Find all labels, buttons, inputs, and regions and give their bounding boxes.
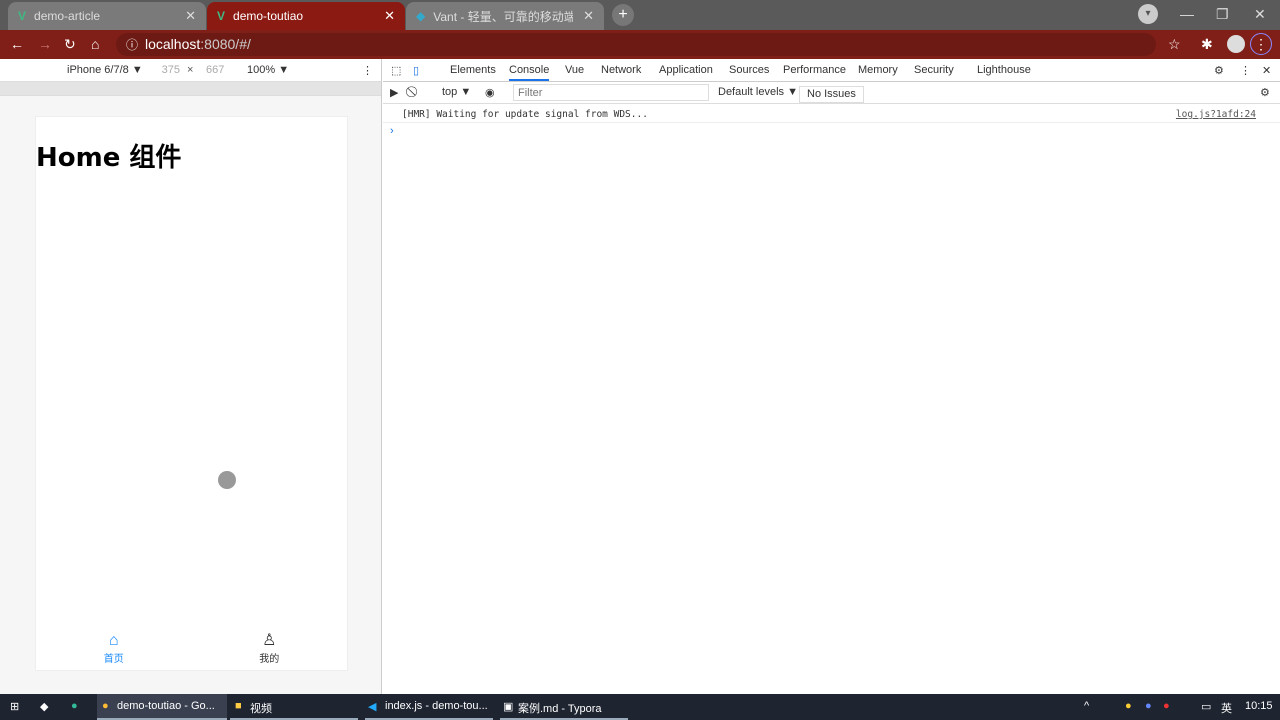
media-query-ruler xyxy=(0,82,381,96)
touch-cursor xyxy=(218,471,236,489)
tab-demo-toutiao[interactable]: Vdemo-toutiao ✕ xyxy=(207,2,405,30)
context-select[interactable]: top ▼ xyxy=(442,86,471,98)
devtools-panel: ⬚ ▯ Elements Console Vue Network Applica… xyxy=(383,59,1280,694)
home-icon: ⌂ xyxy=(108,632,119,649)
bookmark-star-icon[interactable]: ☆ xyxy=(1168,36,1181,53)
url-host: localhost xyxy=(145,36,201,52)
zoom-select[interactable]: 100% ▼ xyxy=(247,64,289,76)
tab-label: 我的 xyxy=(259,654,280,665)
taskbar-chrome[interactable]: ● demo-toutiao - Go... xyxy=(97,694,227,720)
forward-icon[interactable]: → xyxy=(38,36,52,52)
tab-title: demo-article xyxy=(34,9,101,23)
info-icon: ⓘ xyxy=(126,38,139,52)
sidebar-toggle-icon[interactable]: ▶ xyxy=(390,86,398,99)
inspect-element-icon[interactable]: ⬚ xyxy=(391,64,401,77)
url-path: :8080/#/ xyxy=(200,36,251,52)
app-icon[interactable]: ◆ xyxy=(40,700,48,713)
close-tab-icon[interactable]: ✕ xyxy=(185,8,196,24)
close-devtools-icon[interactable]: ✕ xyxy=(1262,64,1271,77)
tab-console[interactable]: Console xyxy=(509,64,550,81)
taskbar-folder[interactable]: ■ 视频 xyxy=(230,694,358,720)
tab-security[interactable]: Security xyxy=(914,64,954,76)
back-icon[interactable]: ← xyxy=(10,36,24,52)
tab-vant[interactable]: ◆ Vant - 轻量、可靠的移动端组件 ✕ xyxy=(406,2,604,30)
user-icon: ♙ xyxy=(262,632,277,649)
devtools-tabs: ⬚ ▯ Elements Console Vue Network Applica… xyxy=(383,59,1280,82)
taskbar-typora[interactable]: ▣ 案例.md - Typora xyxy=(500,694,628,720)
tab-label: 首页 xyxy=(103,654,124,665)
taskbar-label: 案例.md - Typora xyxy=(518,703,602,715)
log-text: [HMR] Waiting for update signal from WDS… xyxy=(402,109,648,120)
browser-tab-strip: Vdemo-article ✕ Vdemo-toutiao ✕ ◆ Vant - 轻量… xyxy=(0,0,1280,30)
reload-icon[interactable]: ↻ xyxy=(64,36,76,53)
device-toggle-icon[interactable]: ▯ xyxy=(413,64,419,77)
page-heading: Home 组件 xyxy=(36,143,182,173)
phone-viewport: Home 组件 ⌂ 首页 ♙ 我的 xyxy=(35,116,348,671)
tab-performance[interactable]: Performance xyxy=(783,64,846,76)
close-tab-icon[interactable]: ✕ xyxy=(384,8,395,24)
device-toolbar: iPhone 6/7/8 ▼ 375 × 667 100% ▼ ⋮ xyxy=(0,59,381,82)
width-field[interactable]: 375 xyxy=(150,64,180,76)
height-field[interactable]: 667 xyxy=(206,64,224,76)
tray-network-icon[interactable]: ▭ xyxy=(1201,700,1211,713)
device-select[interactable]: iPhone 6/7/8 ▼ xyxy=(67,64,143,76)
dimension-separator: × xyxy=(187,64,194,76)
tray-record-icon[interactable]: ● xyxy=(1163,700,1170,712)
bottom-tab-bar: ⌂ 首页 ♙ 我的 xyxy=(36,628,347,670)
close-window-button[interactable]: ✕ xyxy=(1254,6,1266,23)
taskbar-label: 视频 xyxy=(250,703,272,715)
minimize-button[interactable]: — xyxy=(1180,6,1194,22)
tab-lighthouse[interactable]: Lighthouse xyxy=(977,64,1031,76)
chrome-menu-icon[interactable]: ⋮ xyxy=(1250,33,1272,55)
clock[interactable]: 10:15 xyxy=(1245,700,1273,712)
device-emulation-pane: iPhone 6/7/8 ▼ 375 × 667 100% ▼ ⋮ Home 组… xyxy=(0,59,382,694)
tab-title: Vant - 轻量、可靠的移动端组件 xyxy=(433,9,574,24)
live-expression-eye-icon[interactable]: ◉ xyxy=(485,86,495,99)
media-icon[interactable]: ▾ xyxy=(1138,4,1158,24)
maximize-button[interactable]: ❐ xyxy=(1216,6,1229,23)
console-settings-icon[interactable]: ⚙ xyxy=(1260,86,1270,99)
log-levels-select[interactable]: Default levels ▼ xyxy=(718,86,798,98)
filter-input[interactable]: Filter xyxy=(513,84,709,101)
tab-sources[interactable]: Sources xyxy=(729,64,769,76)
taskbar-label: demo-toutiao - Go... xyxy=(117,700,215,712)
console-toolbar: ▶ ⃠ top ▼ ◉ Filter Default levels ▼ No I… xyxy=(383,82,1280,104)
edge-icon[interactable]: ● xyxy=(71,700,78,712)
tab-elements[interactable]: Elements xyxy=(450,64,496,76)
more-options-icon[interactable]: ⋮ xyxy=(362,64,373,77)
profile-avatar[interactable] xyxy=(1227,35,1245,53)
tray-app-icon[interactable]: ● xyxy=(1125,700,1132,712)
console-prompt[interactable]: › xyxy=(390,125,394,137)
home-icon[interactable]: ⌂ xyxy=(91,36,99,52)
tab-home[interactable]: ⌂ 首页 xyxy=(36,628,192,670)
tab-application[interactable]: Application xyxy=(659,64,713,76)
tab-mine[interactable]: ♙ 我的 xyxy=(192,628,348,670)
issues-button[interactable]: No Issues xyxy=(799,86,864,103)
tab-network[interactable]: Network xyxy=(601,64,641,76)
url-field[interactable]: ⓘ localhost:8080/#/ xyxy=(116,33,1156,56)
settings-icon[interactable]: ⚙ xyxy=(1214,64,1224,77)
taskbar-label: index.js - demo-tou... xyxy=(385,700,488,712)
console-message: [HMR] Waiting for update signal from WDS… xyxy=(383,107,1280,123)
vue-logo-icon: V xyxy=(217,9,226,23)
tab-demo-article[interactable]: Vdemo-article ✕ xyxy=(8,2,206,30)
extensions-icon[interactable]: ✱ xyxy=(1201,36,1213,53)
address-bar-row: ← → ↻ ⌂ ⓘ localhost:8080/#/ ☆ ✱ ⋮ xyxy=(0,30,1280,59)
close-tab-icon[interactable]: ✕ xyxy=(583,8,594,24)
vant-logo-icon: ◆ xyxy=(416,9,426,23)
tab-vue[interactable]: Vue xyxy=(565,64,584,76)
tray-app-icon[interactable]: ● xyxy=(1145,700,1152,712)
vue-logo-icon: V xyxy=(18,9,27,23)
more-icon[interactable]: ⋮ xyxy=(1240,64,1251,77)
log-source-link[interactable]: log.js?1afd:24 xyxy=(1176,109,1256,120)
new-tab-button[interactable]: + xyxy=(612,4,634,26)
windows-taskbar: ⊞ ◆ ● ● demo-toutiao - Go... ■ 视频 ◀ index.j… xyxy=(0,694,1280,720)
ime-indicator[interactable]: 英 xyxy=(1221,700,1232,716)
tray-chevron-icon[interactable]: ^ xyxy=(1084,700,1089,712)
start-icon[interactable]: ⊞ xyxy=(10,700,19,713)
tab-memory[interactable]: Memory xyxy=(858,64,898,76)
taskbar-vscode[interactable]: ◀ index.js - demo-tou... xyxy=(365,694,493,720)
tab-title: demo-toutiao xyxy=(233,9,304,23)
